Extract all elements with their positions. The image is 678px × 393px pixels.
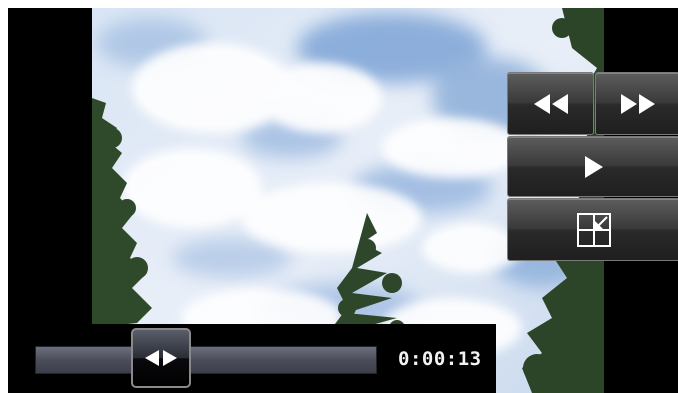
time-display: 0:00:13 bbox=[398, 348, 482, 370]
video-player: 0:00:13 bbox=[8, 8, 678, 393]
seek-track[interactable] bbox=[35, 346, 377, 374]
rewind-icon bbox=[533, 93, 568, 114]
window-size-button[interactable] bbox=[507, 198, 678, 261]
fast-forward-button[interactable] bbox=[595, 72, 678, 135]
rewind-button[interactable] bbox=[507, 72, 594, 135]
seek-thumb[interactable] bbox=[130, 328, 191, 388]
play-button[interactable] bbox=[507, 136, 678, 197]
window-size-icon bbox=[576, 212, 611, 247]
fast-forward-icon bbox=[620, 93, 655, 114]
play-icon bbox=[584, 155, 603, 178]
seek-arrows-icon bbox=[144, 350, 177, 366]
